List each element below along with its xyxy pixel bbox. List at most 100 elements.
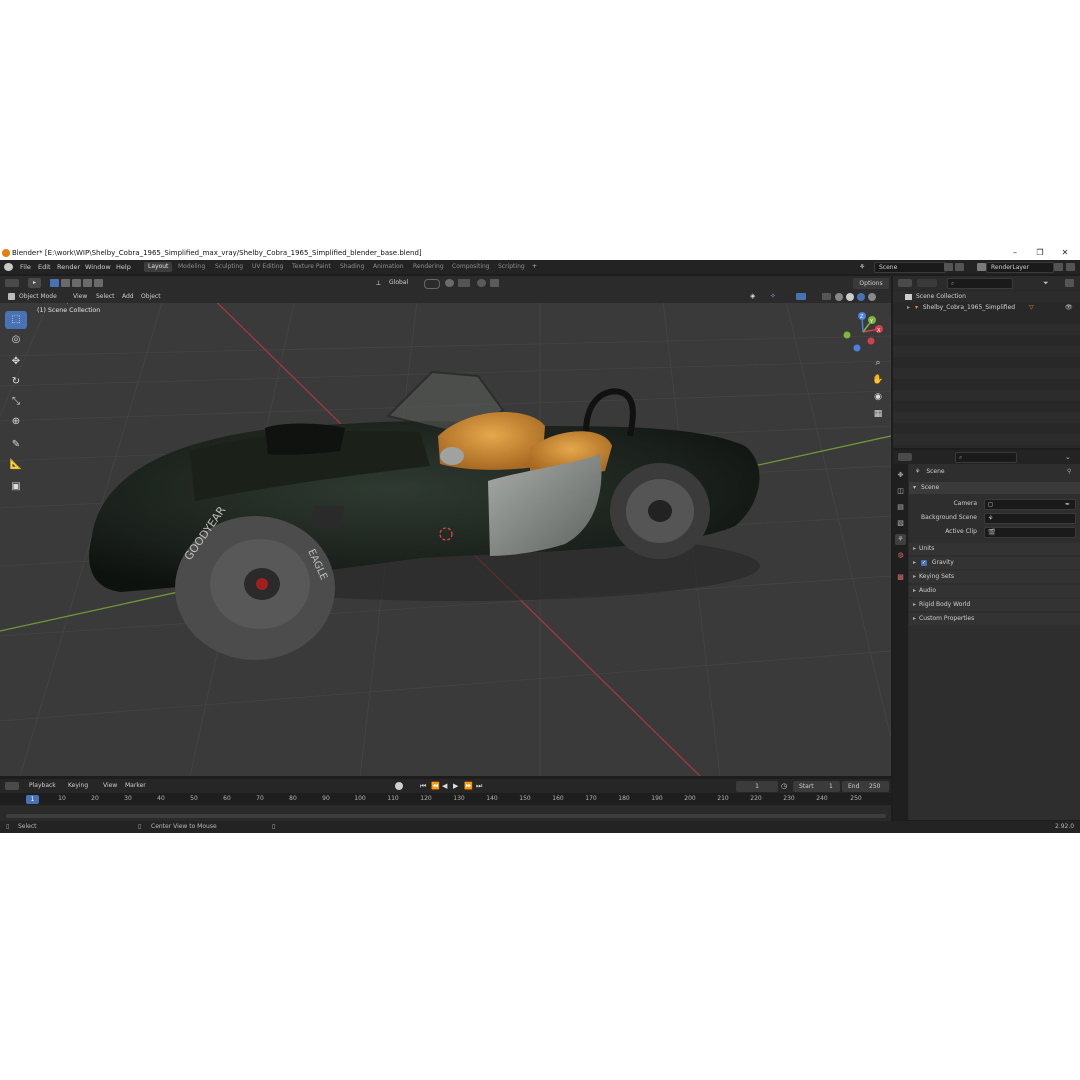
expand-arrow-icon[interactable]: ▸	[913, 601, 916, 608]
menu-timeline-view[interactable]: View	[103, 779, 117, 793]
object-mode-dropdown[interactable]: Object Mode	[19, 290, 57, 303]
proportional-falloff-icon[interactable]	[490, 279, 499, 287]
next-keyframe-icon[interactable]: ⏩	[464, 779, 473, 793]
menu-add[interactable]: Add	[122, 290, 134, 303]
menu-marker[interactable]: Marker	[125, 779, 146, 793]
menu-playback[interactable]: Playback	[29, 779, 56, 793]
render-tab-icon[interactable]: ◫	[895, 486, 906, 497]
panel-units[interactable]: ▸ Units	[909, 543, 1080, 555]
menu-file[interactable]: File	[17, 260, 34, 274]
scene-selector[interactable]: Scene	[874, 262, 946, 273]
playhead[interactable]: 1	[26, 795, 39, 804]
expand-arrow-icon[interactable]: ▸	[913, 573, 916, 580]
panel-gravity[interactable]: ▸ ✓ Gravity	[909, 557, 1080, 569]
select-mode-intersect-icon[interactable]	[94, 279, 103, 287]
rendered-shading-icon[interactable]	[868, 293, 876, 301]
menu-object[interactable]: Object	[141, 290, 161, 303]
panel-rigid-body-world[interactable]: ▸ Rigid Body World	[909, 599, 1080, 611]
new-view-layer-button[interactable]	[1054, 263, 1063, 271]
3d-viewport[interactable]: GOODYEAR EAGLE X Y Z ▸ ⟂ Global Options …	[0, 276, 891, 776]
tab-shading[interactable]: Shading	[336, 262, 368, 272]
jump-start-icon[interactable]: ⏮	[420, 779, 426, 793]
options-dropdown[interactable]: Options	[853, 278, 889, 289]
minimize-button[interactable]: –	[1004, 246, 1026, 260]
eyedropper-icon[interactable]: ✒	[1065, 500, 1070, 509]
rotate-tool-icon[interactable]: ↻	[5, 373, 27, 391]
active-clip-field[interactable]: 🎬	[984, 527, 1076, 538]
prev-keyframe-icon[interactable]: ⏪	[431, 779, 440, 793]
move-tool-icon[interactable]: ✥	[5, 353, 27, 371]
pin-icon[interactable]: ⚲	[1067, 466, 1071, 478]
select-mode-invert-icon[interactable]	[83, 279, 92, 287]
pan-hand-icon[interactable]: ✋	[870, 372, 886, 388]
expand-arrow-icon[interactable]: ▸	[907, 304, 910, 311]
menu-render[interactable]: Render	[54, 260, 83, 274]
end-frame-field[interactable]: End 250	[842, 781, 889, 792]
filter-icon[interactable]: ⏷	[1043, 279, 1053, 287]
view-layer-tab-icon[interactable]: ▧	[895, 518, 906, 529]
maximize-button[interactable]: ❐	[1029, 246, 1051, 260]
timeline-ruler[interactable]: 1 10 20 30 40 50 60 70 80 90 100 110 120…	[0, 793, 891, 805]
texture-tab-icon[interactable]: ▩	[895, 572, 906, 583]
menu-help[interactable]: Help	[113, 260, 134, 274]
camera-field[interactable]: ◻ ✒	[984, 499, 1076, 510]
display-mode-dropdown[interactable]	[917, 279, 937, 287]
transform-orientation-dropdown[interactable]: Global	[389, 276, 408, 290]
new-collection-icon[interactable]	[1065, 279, 1074, 287]
overlay-toggle-icon[interactable]	[796, 293, 806, 300]
tab-compositing[interactable]: Compositing	[448, 262, 494, 272]
view-layer-selector[interactable]: RenderLayer	[986, 262, 1054, 273]
tab-layout[interactable]: Layout	[144, 262, 173, 272]
tab-texture-paint[interactable]: Texture Paint	[288, 262, 335, 272]
tab-animation[interactable]: Animation	[369, 262, 408, 272]
orthographic-toggle-icon[interactable]: ▦	[870, 406, 886, 422]
outliner-row-object[interactable]: ▸ ▾ Shelby_Cobra_1965_Simplified ▽ 👁	[893, 302, 1080, 313]
preview-range-clock-icon[interactable]: ◷	[781, 779, 787, 793]
start-frame-field[interactable]: Start 1	[793, 781, 840, 792]
outliner-editor-type-button[interactable]	[898, 279, 912, 287]
tab-rendering[interactable]: Rendering	[409, 262, 448, 272]
gizmo-toggle-icon[interactable]: ✧	[770, 293, 780, 300]
output-tab-icon[interactable]: ▤	[895, 502, 906, 513]
proportional-edit-icon[interactable]	[477, 279, 486, 287]
menu-window[interactable]: Window	[82, 260, 114, 274]
solid-shading-icon[interactable]	[846, 293, 854, 301]
navigation-gizmo[interactable]: X Y Z	[843, 312, 884, 352]
material-shading-icon[interactable]	[857, 293, 865, 301]
tool-tab-icon[interactable]: ✥	[895, 470, 906, 481]
menu-view[interactable]: View	[73, 290, 87, 303]
timeline-editor-type-button[interactable]	[5, 782, 19, 790]
current-frame-field[interactable]: 1	[736, 781, 778, 792]
properties-options-icon[interactable]: ⌄	[1065, 453, 1074, 461]
wireframe-shading-icon[interactable]	[835, 293, 843, 301]
cursor-tool-icon[interactable]: ◎	[5, 331, 27, 349]
scale-tool-icon[interactable]: ⤡	[5, 393, 27, 411]
scene-tab-icon[interactable]: ⚘	[895, 534, 906, 545]
editor-type-button[interactable]	[5, 279, 19, 287]
expand-arrow-icon[interactable]: ▸	[913, 587, 916, 594]
pivot-point-icon[interactable]	[424, 279, 440, 289]
menu-edit[interactable]: Edit	[35, 260, 54, 274]
add-cube-tool-icon[interactable]: ▣	[5, 478, 27, 496]
timeline-track-area[interactable]	[0, 805, 891, 821]
expand-arrow-icon[interactable]: ▸	[913, 615, 916, 622]
outliner-search-input[interactable]: ⌕	[947, 278, 1013, 289]
delete-view-layer-button[interactable]	[1066, 263, 1075, 271]
properties-search-input[interactable]: ⌕	[955, 452, 1017, 463]
collapse-arrow-icon[interactable]: ▾	[913, 484, 916, 491]
measure-tool-icon[interactable]: 📐	[5, 456, 27, 474]
record-icon[interactable]	[395, 782, 403, 790]
blender-menu-icon[interactable]	[4, 263, 13, 271]
jump-end-icon[interactable]: ⏭	[476, 779, 482, 793]
annotate-tool-icon[interactable]: ✎	[5, 436, 27, 454]
expand-arrow-icon[interactable]: ▸	[913, 559, 916, 566]
select-mode-extend-icon[interactable]	[61, 279, 70, 287]
expand-arrow-icon[interactable]: ▸	[913, 545, 916, 552]
properties-editor-type-button[interactable]	[898, 453, 912, 461]
panel-keying-sets[interactable]: ▸ Keying Sets	[909, 571, 1080, 583]
menu-select[interactable]: Select	[96, 290, 115, 303]
menu-keying[interactable]: Keying	[68, 779, 88, 793]
select-mode-new-icon[interactable]	[50, 279, 59, 287]
new-scene-button[interactable]	[944, 263, 953, 271]
camera-view-icon[interactable]: ◉	[870, 389, 886, 405]
